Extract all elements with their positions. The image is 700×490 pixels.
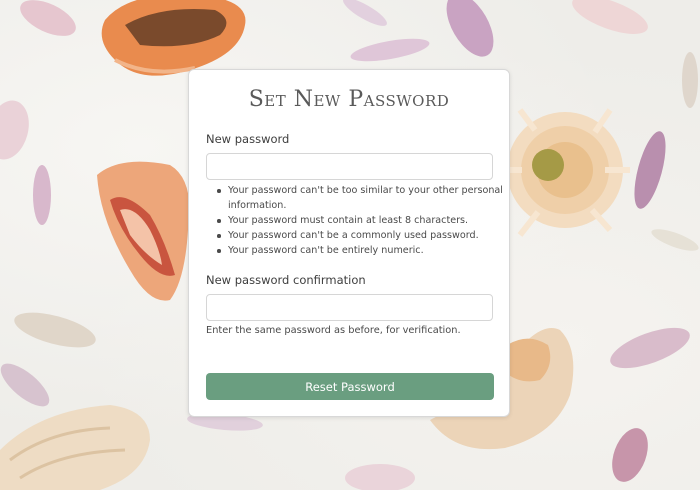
- password-requirements-list: Your password can't be too similar to yo…: [206, 183, 518, 258]
- macaron-bottom-left-decoration: [0, 405, 150, 490]
- confirm-password-input[interactable]: [206, 294, 493, 321]
- macaron-top-decoration: [101, 0, 246, 76]
- confirm-password-help: Enter the same password as before, for v…: [206, 325, 461, 336]
- confirm-password-label: New password confirmation: [206, 273, 366, 287]
- new-password-input[interactable]: [206, 153, 493, 180]
- chrysanthemum-decoration: [500, 108, 630, 237]
- reset-password-card: Set New Password New password Your passw…: [188, 69, 510, 417]
- password-hint: Your password can't be a commonly used p…: [217, 228, 518, 243]
- password-hint: Your password can't be too similar to yo…: [217, 183, 518, 213]
- reset-password-button[interactable]: Reset Password: [206, 373, 494, 400]
- password-hint: Your password can't be entirely numeric.: [217, 243, 518, 258]
- page-title: Set New Password: [248, 87, 450, 112]
- macaron-left-decoration: [97, 161, 190, 301]
- password-hint: Your password must contain at least 8 ch…: [217, 213, 518, 228]
- new-password-label: New password: [206, 132, 290, 146]
